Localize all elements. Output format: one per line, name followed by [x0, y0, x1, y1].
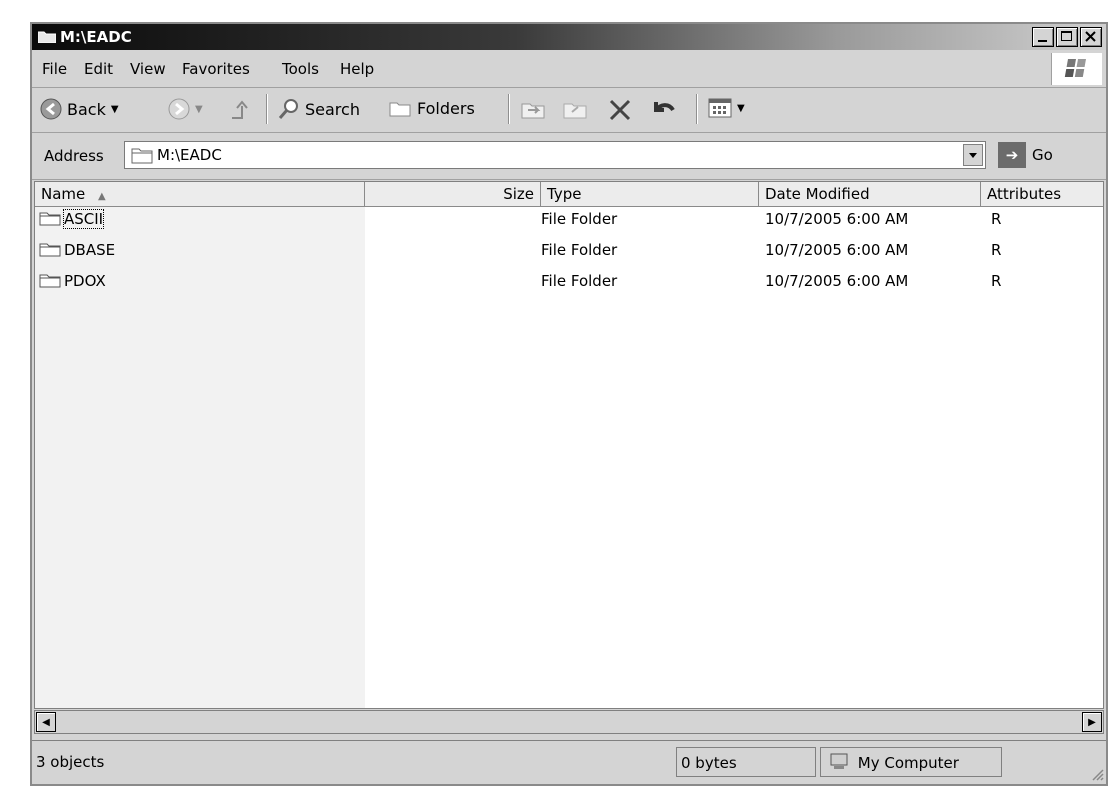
file-type-cell: File Folder	[541, 210, 618, 228]
my-computer-icon	[830, 753, 848, 769]
move-to-button[interactable]	[520, 98, 546, 120]
folder-icon	[39, 274, 61, 288]
address-value: M:\EADC	[157, 146, 222, 164]
folders-icon	[389, 102, 411, 117]
search-icon	[278, 99, 298, 119]
address-label: Address	[44, 147, 104, 165]
column-header-date-modified[interactable]: Date Modified	[759, 182, 981, 206]
scroll-left-button[interactable]: ◀	[36, 712, 56, 732]
up-folder-button[interactable]	[228, 98, 250, 122]
file-attributes-cell: R	[991, 272, 1002, 290]
close-icon	[1085, 31, 1096, 42]
chevron-down-icon[interactable]: ▼	[195, 104, 203, 115]
arrow-left-icon: ◀	[42, 716, 50, 728]
copy-to-icon	[563, 103, 587, 119]
status-object-count: 3 objects	[36, 753, 105, 771]
address-dropdown-button[interactable]	[963, 144, 983, 166]
file-type-cell: File Folder	[541, 272, 618, 290]
column-header-size[interactable]: Size	[365, 182, 541, 206]
back-label: Back	[67, 99, 106, 119]
forward-button[interactable]: ▼	[168, 98, 203, 120]
column-header-attributes[interactable]: Attributes	[981, 182, 1103, 206]
file-date-cell: 10/7/2005 6:00 AM	[765, 272, 909, 290]
file-row[interactable]: DBASE File Folder 10/7/2005 6:00 AM R	[35, 237, 1103, 268]
move-to-icon	[521, 103, 545, 119]
file-list: Name ▲ Size Type Date Modified Attribute…	[34, 181, 1104, 709]
file-row[interactable]: PDOX File Folder 10/7/2005 6:00 AM R	[35, 268, 1103, 299]
window-title: M:\EADC	[60, 28, 132, 46]
go-label: Go	[1032, 146, 1053, 164]
back-button[interactable]: Back ▼	[40, 98, 119, 120]
search-button[interactable]: Search	[278, 98, 360, 120]
chevron-down-icon	[969, 153, 977, 158]
horizontal-scrollbar[interactable]: ◀ ▶	[34, 710, 1104, 734]
minimize-button[interactable]	[1032, 27, 1054, 47]
views-button[interactable]: ▼	[708, 98, 745, 118]
status-location: My Computer	[820, 747, 1002, 777]
menu-edit[interactable]: Edit	[84, 60, 113, 78]
file-date-cell: 10/7/2005 6:00 AM	[765, 241, 909, 259]
undo-icon	[654, 102, 675, 112]
menu-file[interactable]: File	[42, 60, 67, 78]
maximize-button[interactable]	[1056, 27, 1078, 47]
sort-ascending-icon: ▲	[98, 191, 106, 202]
scroll-right-button[interactable]: ▶	[1082, 712, 1102, 732]
column-header-type[interactable]: Type	[541, 182, 759, 206]
status-size: 0 bytes	[676, 747, 816, 777]
copy-to-button[interactable]	[562, 98, 588, 120]
views-grid-icon	[708, 98, 732, 118]
up-folder-icon	[232, 100, 248, 119]
undo-button[interactable]	[652, 98, 678, 122]
close-button[interactable]	[1080, 27, 1102, 47]
toolbar: Back ▼ ▼ Search Folders ▼	[32, 88, 1106, 133]
title-bar[interactable]: M:\EADC	[32, 24, 1106, 50]
resize-grip-icon[interactable]	[1088, 765, 1104, 781]
column-header-name[interactable]: Name ▲	[35, 182, 365, 206]
menu-bar: File Edit View Favorites Tools Help	[32, 51, 1106, 88]
forward-arrow-icon	[168, 98, 190, 120]
folders-label: Folders	[417, 98, 475, 118]
file-name-cell: DBASE	[39, 241, 115, 259]
file-attributes-cell: R	[991, 210, 1002, 228]
delete-x-icon	[609, 99, 631, 121]
column-headers: Name ▲ Size Type Date Modified Attribute…	[35, 182, 1103, 207]
file-name-cell: PDOX	[39, 272, 106, 290]
folder-icon	[38, 31, 56, 43]
delete-button[interactable]	[608, 98, 632, 122]
file-type-cell: File Folder	[541, 241, 618, 259]
back-arrow-icon	[40, 98, 62, 120]
arrow-right-icon: ▶	[1088, 716, 1096, 728]
menu-help[interactable]: Help	[340, 60, 374, 78]
menu-tools[interactable]: Tools	[282, 60, 319, 78]
explorer-window: M:\EADC File Edit View Favorites Tools H…	[30, 22, 1108, 786]
go-button[interactable]: ➔ Go	[998, 141, 1102, 169]
windows-logo-icon	[1051, 53, 1102, 85]
folder-icon	[131, 148, 153, 164]
search-label: Search	[305, 99, 360, 119]
folders-button[interactable]: Folders	[388, 98, 475, 118]
name-header-label: Name	[41, 185, 86, 203]
address-input[interactable]: M:\EADC	[124, 141, 986, 169]
file-date-cell: 10/7/2005 6:00 AM	[765, 210, 909, 228]
folder-icon	[39, 243, 61, 257]
chevron-down-icon[interactable]: ▼	[111, 104, 119, 115]
go-arrow-icon: ➔	[998, 142, 1026, 168]
file-attributes-cell: R	[991, 241, 1002, 259]
file-row[interactable]: ASCII File Folder 10/7/2005 6:00 AM R	[35, 206, 1103, 237]
chevron-down-icon[interactable]: ▼	[737, 103, 745, 114]
file-name-cell: ASCII	[39, 209, 105, 229]
folder-icon	[39, 212, 61, 226]
address-bar: Address M:\EADC ➔ Go	[32, 133, 1106, 180]
menu-view[interactable]: View	[130, 60, 166, 78]
menu-favorites[interactable]: Favorites	[182, 60, 250, 78]
status-bar: 3 objects 0 bytes My Computer	[32, 740, 1106, 785]
